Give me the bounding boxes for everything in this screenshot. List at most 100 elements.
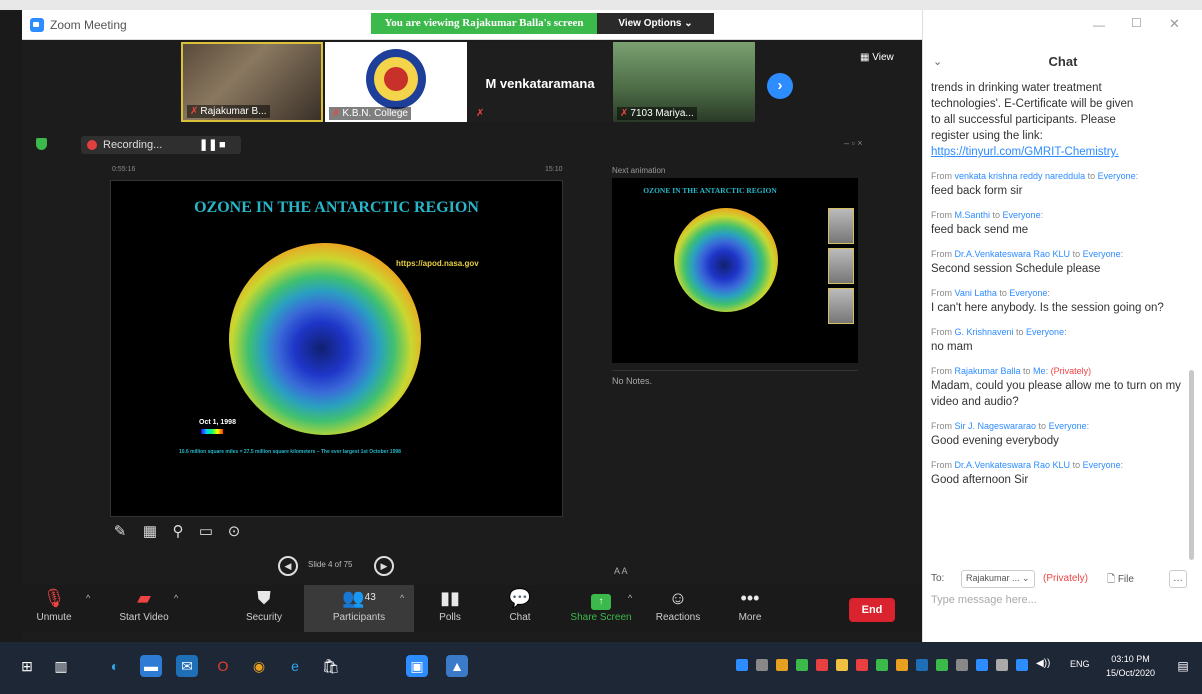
edge-icon[interactable]: ◐ <box>104 655 126 677</box>
recipient-select[interactable]: Rajakumar ... ⌄ <box>961 570 1035 588</box>
video-tile-rajakumar[interactable]: ✗ Rajakumar B... <box>181 42 323 122</box>
next-page-button[interactable]: › <box>767 73 793 99</box>
tray-icon[interactable] <box>876 659 888 671</box>
divider <box>612 370 858 371</box>
tray-icon[interactable] <box>756 659 768 671</box>
meeting-controls: 🎙 Unmute ^ ▰ Start Video ^ ⛊ Security 👥4… <box>22 585 922 632</box>
minimize-icon[interactable]: — <box>1093 18 1105 32</box>
tray-icon[interactable] <box>896 659 908 671</box>
start-video-button[interactable]: ▰ Start Video <box>114 585 174 632</box>
college-logo-icon <box>366 49 426 109</box>
reactions-icon: ☺ <box>668 588 688 608</box>
language-indicator[interactable]: ENG <box>1070 659 1090 669</box>
store-icon[interactable]: 🛍 <box>320 655 342 677</box>
chat-message: From Dr.A.Venkateswara Rao KLU to Everyo… <box>931 249 1124 275</box>
chat-button[interactable]: 💬 Chat <box>500 585 540 632</box>
chat-message: From venkata krishna reddy nareddula to … <box>931 171 1139 197</box>
tray-icon[interactable] <box>956 659 968 671</box>
zoom-logo-icon <box>30 18 44 32</box>
next-animation-label: Next animation <box>612 166 666 175</box>
taskbar-clock[interactable]: 03:10 PM 15/Oct/2020 <box>1106 652 1155 680</box>
tray-icon[interactable] <box>776 659 788 671</box>
video-tile-mariya[interactable]: ✗ 7103 Mariya... <box>613 42 755 122</box>
portrait-image <box>828 208 854 244</box>
tray-icon[interactable] <box>856 659 868 671</box>
more-options-button[interactable]: … <box>1169 570 1187 588</box>
maximize-icon[interactable]: ☐ <box>1131 16 1142 30</box>
security-button[interactable]: ⛊ Security <box>234 585 294 632</box>
tray-icon[interactable] <box>976 659 988 671</box>
chat-header: ⌄ Chat <box>923 50 1202 76</box>
chat-input[interactable]: Type message here... <box>931 594 1037 606</box>
windows-start-icon[interactable]: ⊞ <box>16 655 38 677</box>
task-view-icon[interactable]: ▥ <box>50 655 72 677</box>
video-off-icon: ▰ <box>137 588 151 608</box>
file-icon: 🗋 <box>1107 574 1116 585</box>
next-slide-icon[interactable]: ▶ <box>374 556 394 576</box>
tile-name: M venkataramana <box>485 76 595 91</box>
volume-icon[interactable]: ◀)) <box>1036 658 1050 669</box>
tray-icon[interactable] <box>936 659 948 671</box>
color-scale <box>201 429 223 434</box>
view-options-button[interactable]: View Options ⌄ <box>597 13 714 34</box>
mic-off-icon: ✗ <box>620 108 629 119</box>
polls-icon: ▮▮ <box>440 588 460 608</box>
chat-message: From Vani Latha to Everyone: I can't her… <box>931 288 1164 314</box>
window-title: Zoom Meeting <box>50 18 127 32</box>
file-button[interactable]: 🗋 File <box>1107 572 1134 589</box>
reactions-button[interactable]: ☺ Reactions <box>650 585 706 632</box>
participants-button[interactable]: 👥43 Participants <box>304 585 414 632</box>
notifications-icon[interactable]: ▤ <box>1172 655 1194 677</box>
end-meeting-button[interactable]: End <box>849 598 895 622</box>
chat-message: From Dr.A.Venkateswara Rao KLU to Everyo… <box>931 460 1124 486</box>
viewing-banner: You are viewing Rajakumar Balla's screen <box>371 13 597 34</box>
opera-icon[interactable]: O <box>212 655 234 677</box>
subtitles-icon[interactable]: ▭ <box>196 522 216 542</box>
caret-up-icon[interactable]: ^ <box>400 593 404 603</box>
pen-icon[interactable]: ✎ <box>110 522 130 542</box>
chrome-icon[interactable]: ◉ <box>248 655 270 677</box>
caret-up-icon[interactable]: ^ <box>86 593 90 603</box>
share-toolbar: Recording... ❚❚ ■ – ▫ × <box>24 134 884 156</box>
shield-icon: ⛊ <box>257 588 271 608</box>
font-size-icon[interactable]: A A <box>614 566 628 576</box>
tray-icon[interactable] <box>916 659 928 671</box>
mail-icon[interactable]: ✉ <box>176 655 198 677</box>
tray-icon[interactable] <box>836 659 848 671</box>
mic-off-icon: ✗ <box>332 108 341 119</box>
close-icon[interactable]: ✕ <box>1169 16 1180 32</box>
photos-icon[interactable]: ▲ <box>446 655 468 677</box>
caret-up-icon[interactable]: ^ <box>174 593 178 603</box>
stop-icon[interactable]: ■ <box>219 136 226 154</box>
file-explorer-icon[interactable]: ▬ <box>140 655 162 677</box>
registration-link[interactable]: https://tinyurl.com/GMRIT-Chemistry. <box>931 144 1181 160</box>
chat-icon: 💬 <box>508 588 532 608</box>
internet-explorer-icon[interactable]: e <box>284 655 306 677</box>
zoom-icon[interactable]: ⚲ <box>168 522 188 542</box>
pause-icon[interactable]: ❚❚ <box>199 136 217 154</box>
grid-view-icon[interactable]: ▦ <box>140 522 160 542</box>
tray-icon[interactable] <box>996 659 1008 671</box>
mic-muted-icon: 🎙 <box>42 588 66 608</box>
unmute-button[interactable]: 🎙 Unmute <box>34 585 74 632</box>
prev-slide-icon[interactable]: ◀ <box>278 556 298 576</box>
share-screen-button[interactable]: ↑ Share Screen <box>566 585 636 632</box>
participants-icon: 👥43 <box>342 588 376 608</box>
more-options-icon[interactable]: ⊙ <box>224 522 244 542</box>
polls-button[interactable]: ▮▮ Polls <box>430 585 470 632</box>
tray-icon[interactable] <box>816 659 828 671</box>
tray-icon[interactable] <box>736 659 748 671</box>
tray-icon[interactable] <box>1016 659 1028 671</box>
caret-up-icon[interactable]: ^ <box>628 593 632 603</box>
chat-scrollbar[interactable] <box>1189 370 1194 560</box>
video-tile-venkataramana[interactable]: M venkataramana ✗ <box>469 42 611 122</box>
view-button[interactable]: ▦ View <box>860 52 894 63</box>
tray-icon[interactable] <box>796 659 808 671</box>
chat-message: From Sir J. Nageswararao to Everyone: Go… <box>931 421 1090 447</box>
more-button[interactable]: ••• More <box>730 585 770 632</box>
video-tile-kbn-college[interactable]: ✗ K.B.N. College <box>325 42 467 122</box>
window-controls-icon[interactable]: – ▫ × <box>844 138 862 148</box>
zoom-taskbar-icon[interactable]: ▣ <box>406 655 428 677</box>
presentation-slide: OZONE IN THE ANTARCTIC REGION https://ap… <box>110 180 563 517</box>
next-slide-preview[interactable]: OZONE IN THE ANTARCTIC REGION <box>612 178 858 363</box>
